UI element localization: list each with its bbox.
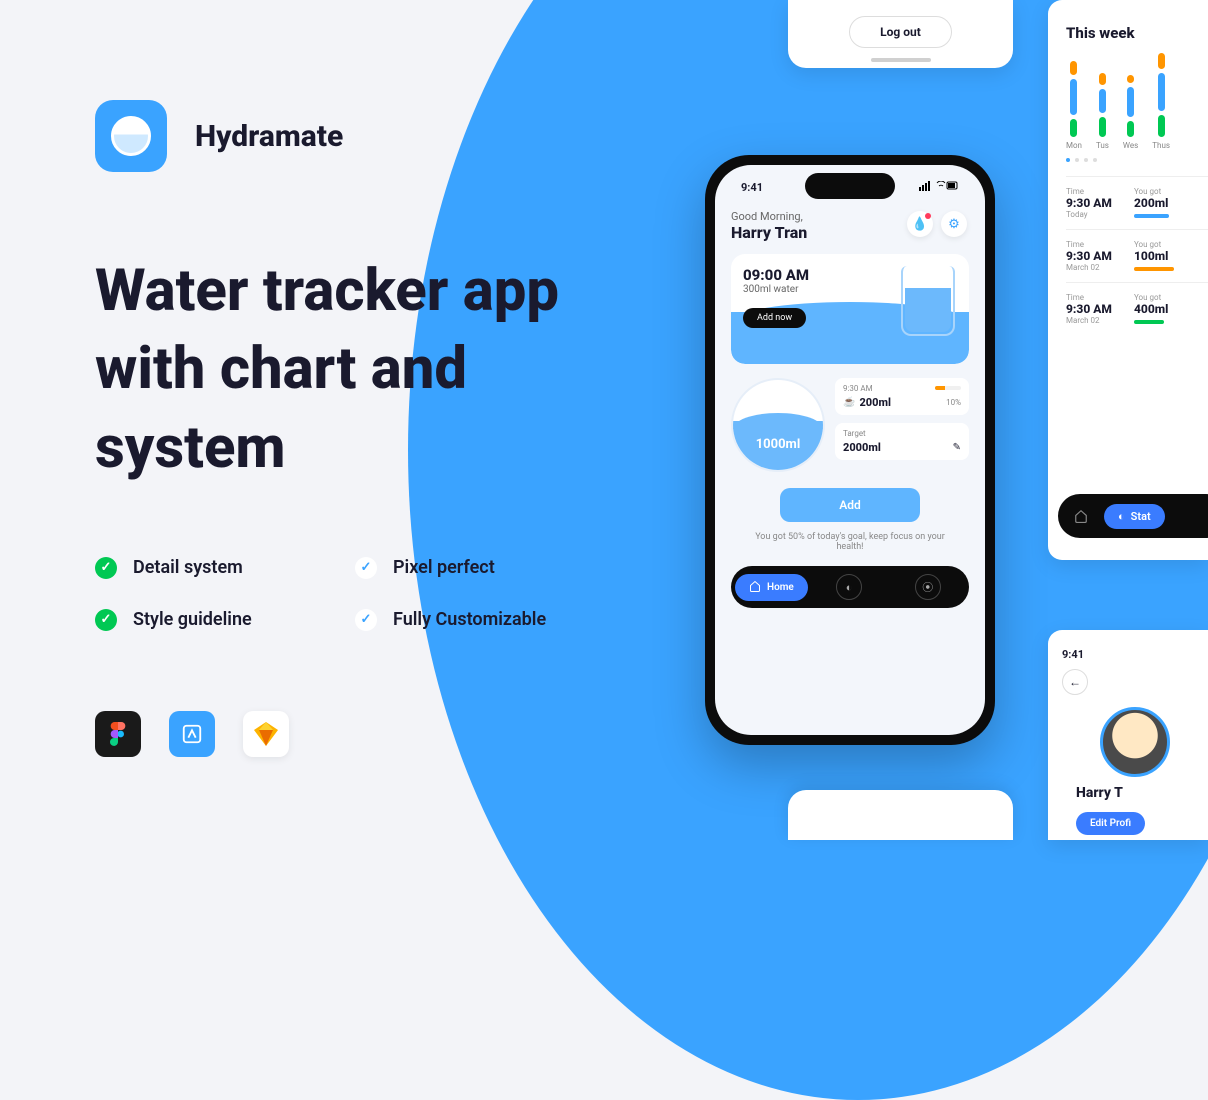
add-button[interactable]: Add [780, 488, 920, 522]
feature-label: Pixel perfect [393, 557, 495, 578]
stats-screen: This week Mon Tus Wes Thus Time9:30 AMTo… [1048, 0, 1208, 560]
avatar[interactable] [1100, 707, 1170, 777]
nav-stats-label: Stat [1131, 510, 1151, 523]
profile-screen: 9:41 ← Harry T Edit Profi [1048, 630, 1208, 840]
nav-stats[interactable]: ◐ [812, 574, 887, 600]
add-now-button[interactable]: Add now [743, 308, 806, 328]
status-time: 9:41 [741, 181, 763, 194]
phone-mockup-partial [788, 790, 1013, 840]
feature-item: ✓ Pixel perfect [355, 557, 605, 579]
water-drop-icon [111, 116, 151, 156]
figma-icon [95, 711, 141, 757]
nav-home-label: Home [767, 582, 794, 593]
sound-icon: ⦿ [922, 579, 933, 595]
sketch-icon [243, 711, 289, 757]
logout-card: Log out [788, 0, 1013, 68]
progress-gauge: 1000ml [731, 378, 825, 472]
feature-label: Detail system [133, 557, 243, 578]
settings-button[interactable]: ⚙ [941, 211, 967, 237]
water-glass-icon [901, 266, 955, 336]
arrow-left-icon: ← [1069, 675, 1081, 689]
check-icon: ✓ [95, 609, 117, 631]
stat-bar [1134, 320, 1164, 324]
stat-row[interactable]: Time9:30 AMMarch 02 You got100ml [1066, 229, 1208, 282]
back-button[interactable]: ← [1062, 669, 1088, 695]
weekly-chart: Mon Tus Wes Thus [1066, 60, 1208, 150]
feature-item: ✓ Style guideline [95, 609, 345, 631]
lunacy-icon [169, 711, 215, 757]
feature-label: Fully Customizable [393, 609, 546, 630]
intake-percent: 10% [946, 398, 961, 407]
moon-icon: ◐ [1118, 510, 1125, 523]
intake-bar [935, 386, 961, 390]
chart-label: Tus [1096, 141, 1109, 150]
check-icon: ✓ [355, 609, 377, 631]
bottom-nav: Home ◐ ⦿ [731, 566, 969, 608]
nav-stats-active[interactable]: ◐ Stat [1104, 504, 1165, 529]
target-label: Target [843, 429, 961, 438]
check-icon: ✓ [355, 557, 377, 579]
phone-notch [805, 173, 895, 199]
drop-icon: 💧 [912, 217, 928, 232]
feature-item: ✓ Detail system [95, 557, 345, 579]
stat-row[interactable]: Time9:30 AMMarch 02 You got400ml [1066, 282, 1208, 335]
intake-card[interactable]: 9:30 AM ☕ 200ml 10% [835, 378, 969, 415]
drag-handle-icon[interactable] [871, 58, 931, 62]
headline: Water tracker app with chart and system [95, 252, 635, 487]
tip-text: You got 50% of today's goal, keep focus … [731, 532, 969, 552]
carousel-dots[interactable] [1066, 158, 1208, 162]
brand-logo [95, 100, 167, 172]
tool-row [95, 711, 635, 757]
chart-label: Mon [1066, 141, 1082, 150]
status-indicators [919, 181, 959, 194]
home-icon [749, 580, 761, 595]
notification-button[interactable]: 💧 [907, 211, 933, 237]
logout-button[interactable]: Log out [849, 16, 952, 48]
nav-settings[interactable]: ⦿ [890, 574, 965, 600]
progress-value: 1000ml [733, 437, 823, 452]
brand-name: Hydramate [195, 119, 343, 154]
feature-label: Style guideline [133, 609, 252, 630]
status-time: 9:41 [1062, 648, 1208, 661]
stat-row[interactable]: Time9:30 AMToday You got200ml [1066, 176, 1208, 229]
target-card[interactable]: Target 2000ml ✎ [835, 423, 969, 460]
chart-label: Wes [1123, 141, 1138, 150]
stat-bar [1134, 214, 1169, 218]
check-icon: ✓ [95, 557, 117, 579]
gear-icon: ⚙ [948, 217, 960, 232]
edit-icon[interactable]: ✎ [953, 442, 961, 453]
intake-amount: 200ml [859, 396, 891, 409]
stats-bottom-nav: ◐ Stat [1058, 494, 1208, 538]
chart-label: Thus [1152, 141, 1170, 150]
feature-item: ✓ Fully Customizable [355, 609, 605, 631]
stat-bar [1134, 267, 1174, 271]
nav-home[interactable]: Home [735, 574, 808, 601]
phone-mockup: 9:41 Good Morning, Harry Tran 💧 ⚙ 09:00 … [705, 155, 995, 745]
stats-title: This week [1066, 24, 1208, 42]
notification-dot-icon [925, 213, 931, 219]
nav-home[interactable] [1066, 501, 1096, 531]
moon-icon: ◐ [846, 581, 853, 594]
reminder-card: 09:00 AM 300ml water Add now [731, 254, 969, 364]
target-value: 2000ml [843, 441, 881, 454]
profile-name: Harry T [1062, 785, 1208, 801]
feature-list: ✓ Detail system ✓ Pixel perfect ✓ Style … [95, 557, 635, 631]
cup-icon: ☕ [843, 397, 855, 408]
edit-profile-button[interactable]: Edit Profi [1076, 812, 1145, 835]
brand-row: Hydramate [95, 100, 635, 172]
